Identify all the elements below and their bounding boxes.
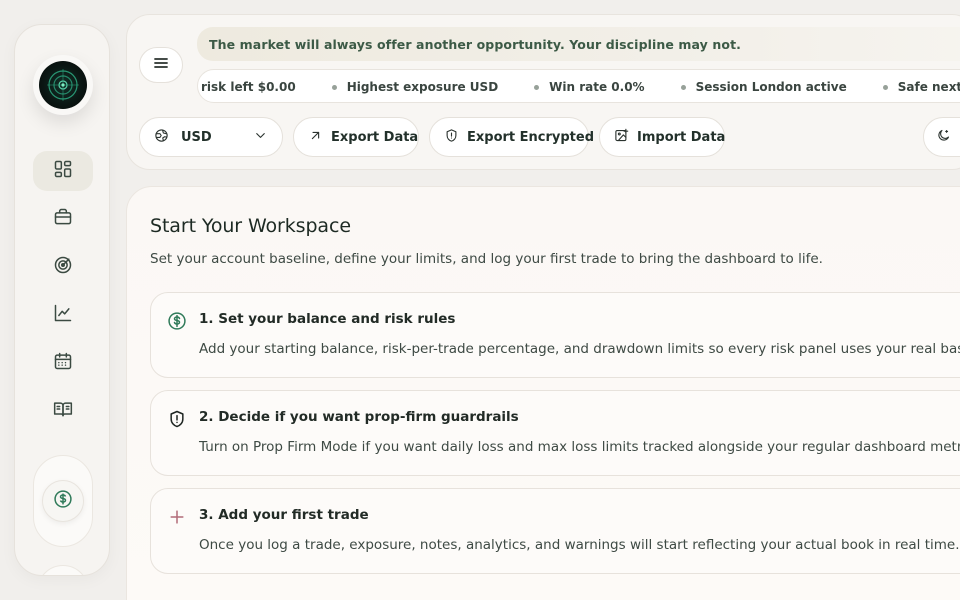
image-import-icon: [614, 128, 629, 147]
page-title: Start Your Workspace: [150, 215, 351, 237]
banner-text: The market will always offer another opp…: [209, 36, 741, 52]
target-icon: [53, 255, 73, 279]
import-data-label: Import Data: [637, 129, 726, 145]
currency-value: USD: [181, 129, 212, 145]
dollar-circle-icon: [167, 311, 187, 331]
step-description: Add your starting balance, risk-per-trad…: [199, 341, 960, 357]
page-subtitle: Set your account baseline, define your l…: [150, 251, 823, 267]
step-card-first-trade[interactable]: 3. Add your first trade Once you log a t…: [150, 488, 960, 574]
logo-button[interactable]: [33, 55, 93, 115]
nav-positions[interactable]: [33, 199, 93, 239]
arrow-up-right-icon: [308, 128, 323, 147]
step-card-balance[interactable]: 1. Set your balance and risk rules Add y…: [150, 292, 960, 378]
ticker-item: Session London active: [645, 80, 847, 94]
plus-icon: [167, 507, 187, 527]
calendar-icon: [53, 351, 73, 375]
step-title: 1. Set your balance and risk rules: [199, 311, 456, 327]
export-data-label: Export Data: [331, 129, 419, 145]
dollar-circle-icon: [53, 489, 73, 513]
shield-alert-icon: [167, 409, 187, 429]
line-chart-icon: [53, 303, 73, 327]
import-data-button[interactable]: Import Data: [599, 117, 725, 157]
nav-journal[interactable]: [33, 391, 93, 431]
globe-icon: [154, 128, 169, 147]
dashboard-icon: [53, 159, 73, 183]
step-description: Once you log a trade, exposure, notes, a…: [199, 537, 960, 553]
workspace-panel: Start Your Workspace Set your account ba…: [126, 186, 960, 600]
risk-settings-button[interactable]: [42, 480, 84, 522]
export-encrypted-button[interactable]: Export Encrypted: [429, 117, 594, 157]
step-title: 2. Decide if you want prop-firm guardrai…: [199, 409, 519, 425]
currency-select[interactable]: USD: [139, 117, 283, 157]
menu-button[interactable]: [139, 47, 183, 83]
ticker-item: risk left $0.00: [201, 80, 296, 94]
chevron-down-icon: [253, 128, 268, 147]
sidebar-bottom-dock: [33, 455, 93, 547]
discipline-banner: The market will always offer another opp…: [197, 27, 960, 61]
step-description: Turn on Prop Firm Mode if you want daily…: [199, 439, 960, 455]
nav-dashboard[interactable]: [33, 151, 93, 191]
nav-targets[interactable]: [33, 247, 93, 287]
nav-calendar[interactable]: [33, 343, 93, 383]
stats-ticker: risk left $0.00 Highest exposure USD Win…: [197, 69, 960, 103]
theme-toggle-button[interactable]: [923, 117, 960, 157]
nav-analytics[interactable]: [33, 295, 93, 335]
top-header: The market will always offer another opp…: [126, 14, 960, 170]
shield-alert-icon: [444, 128, 459, 147]
briefcase-icon: [53, 207, 73, 231]
radar-logo-icon: [39, 61, 87, 109]
export-encrypted-label: Export Encrypted: [467, 129, 595, 145]
export-data-button[interactable]: Export Data: [293, 117, 419, 157]
sidebar: [14, 24, 110, 576]
book-icon: [53, 399, 73, 423]
ticker-item: Highest exposure USD: [296, 80, 498, 94]
step-card-prop-firm[interactable]: 2. Decide if you want prop-firm guardrai…: [150, 390, 960, 476]
ticker-item: Safe next risk $0.00: [847, 80, 960, 94]
step-title: 3. Add your first trade: [199, 507, 369, 523]
sidebar-secondary-button[interactable]: [37, 565, 89, 575]
ticker-item: Win rate 0.0%: [498, 80, 645, 94]
moon-icon: [936, 128, 951, 147]
menu-icon: [153, 55, 169, 75]
